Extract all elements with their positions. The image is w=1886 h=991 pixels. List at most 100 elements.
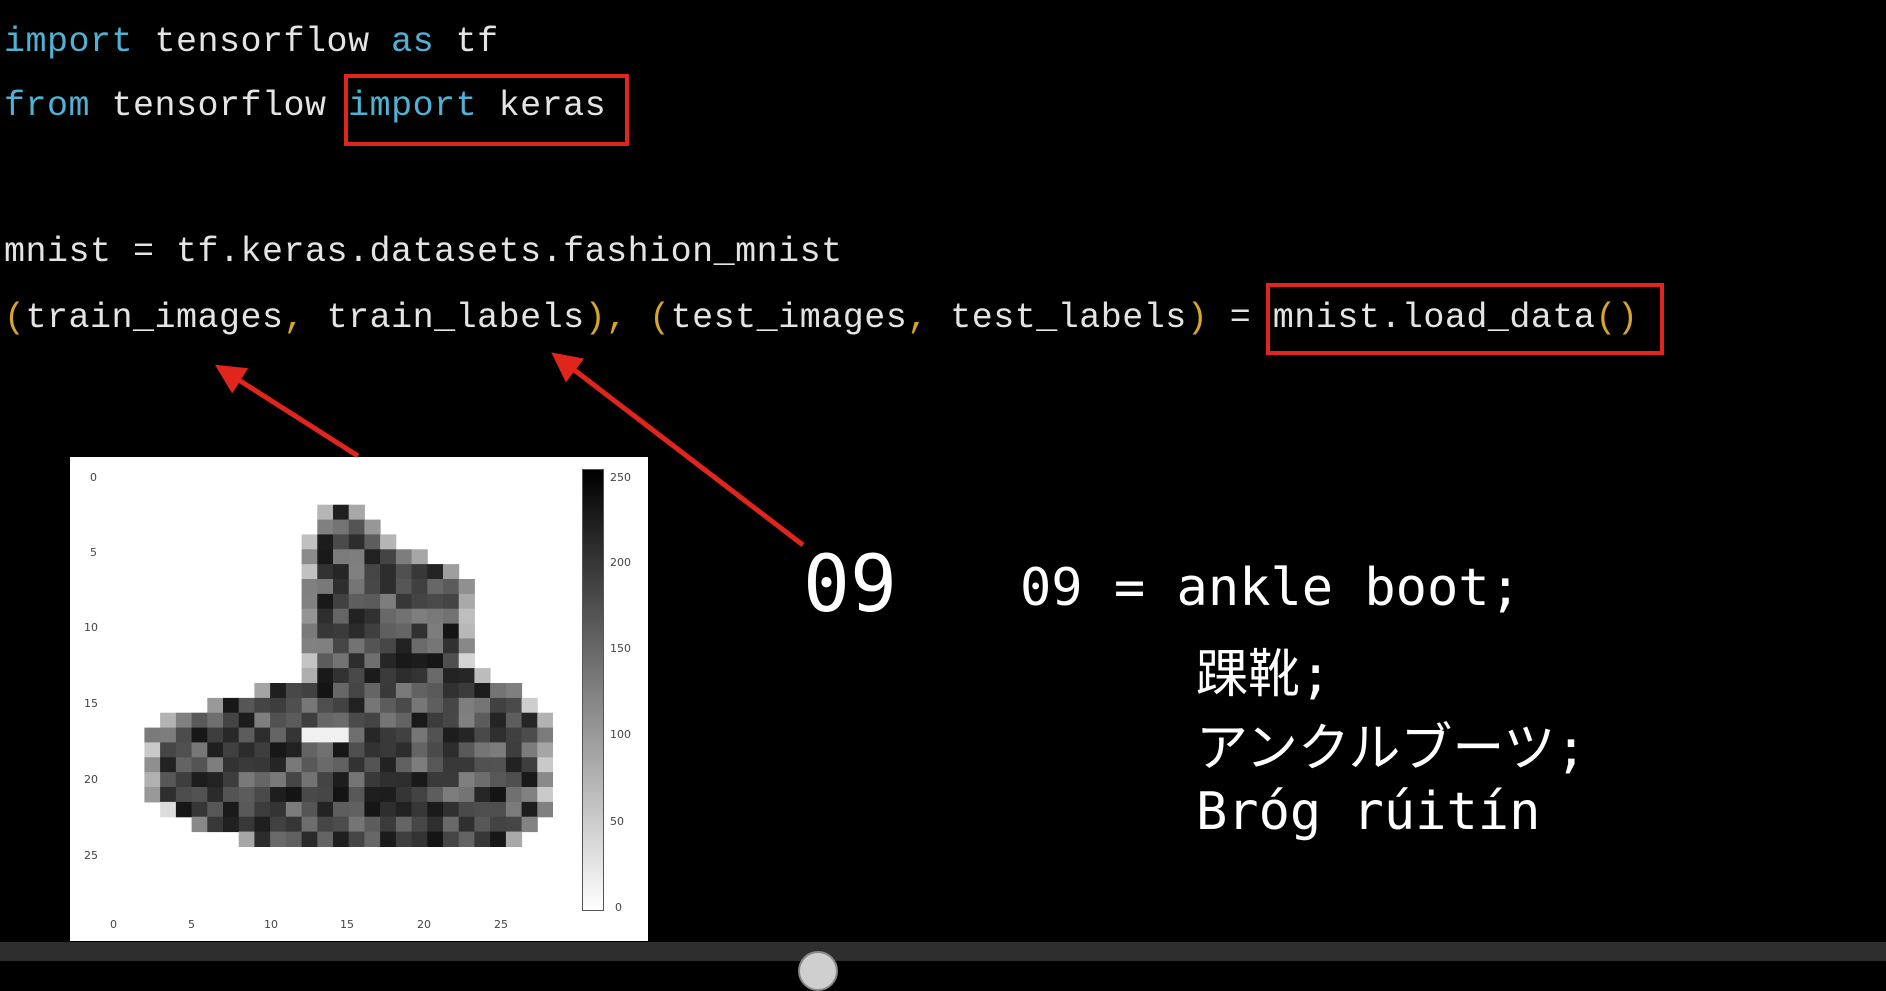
image-pixel — [411, 593, 428, 610]
image-pixel — [364, 593, 381, 610]
image-pixel — [364, 564, 381, 580]
image-pixel — [458, 608, 475, 625]
image-pixel — [411, 549, 428, 565]
image-pixel — [254, 787, 271, 803]
image-pixel — [191, 757, 208, 773]
image-pixel — [348, 638, 365, 654]
image-pixel — [537, 772, 553, 788]
image-pixel — [254, 831, 271, 847]
image-pixel — [191, 712, 208, 729]
image-pixel — [380, 668, 397, 684]
image-pixel — [254, 712, 271, 729]
image-pixel — [254, 772, 271, 788]
image-pixel — [380, 727, 397, 743]
image-pixel — [348, 623, 365, 639]
image-pixel — [505, 712, 523, 729]
image-pixel — [223, 697, 240, 714]
image-pixel — [474, 801, 491, 818]
image-pixel — [301, 787, 318, 803]
image-pixel — [521, 757, 538, 773]
image-pixel — [443, 623, 460, 639]
image-pixel — [505, 831, 523, 847]
image-pixel — [395, 727, 413, 743]
image-pixel — [285, 742, 303, 758]
image-pixel — [301, 668, 318, 684]
image-pixel — [490, 772, 507, 788]
image-pixel — [380, 653, 397, 669]
video-progress-bar[interactable] — [0, 942, 1886, 961]
image-pixel — [364, 653, 381, 669]
image-pixel — [223, 742, 240, 758]
image-pixel — [144, 787, 161, 803]
image-pixel — [333, 772, 350, 788]
image-pixel — [411, 579, 428, 595]
image-pixel — [285, 712, 303, 729]
image-pixel — [175, 727, 193, 743]
image-pixel — [427, 831, 444, 847]
image-pixel — [348, 801, 365, 818]
image-pixel — [238, 831, 255, 847]
image-pixel — [301, 757, 318, 773]
image-pixel — [458, 623, 475, 639]
x-tick: 5 — [188, 918, 195, 931]
image-pixel — [144, 727, 161, 743]
image-pixel — [427, 623, 444, 639]
image-pixel — [490, 816, 507, 833]
image-pixel — [333, 712, 350, 729]
image-pixel — [301, 801, 318, 818]
image-pixel — [238, 697, 255, 714]
image-pixel — [333, 653, 350, 669]
image-pixel — [411, 697, 428, 714]
image-pixel — [380, 579, 397, 595]
image-pixel — [223, 757, 240, 773]
image-pixel — [160, 787, 177, 803]
image-pixel — [317, 504, 334, 521]
image-pixel — [301, 831, 318, 847]
image-pixel — [191, 772, 208, 788]
image-pixel — [348, 579, 365, 595]
x-tick: 25 — [494, 918, 508, 931]
image-pixel — [301, 534, 318, 550]
image-pixel — [505, 727, 523, 743]
image-pixel — [411, 831, 428, 847]
image-pixel — [364, 579, 381, 595]
image-pixel — [490, 712, 507, 729]
image-pixel — [364, 519, 381, 535]
image-pixel — [301, 638, 318, 654]
image-pixel — [207, 697, 224, 714]
label-legend-line-4: Bróg rúitín — [1196, 782, 1541, 842]
image-pixel — [348, 772, 365, 788]
image-pixel — [333, 504, 350, 521]
image-pixel — [223, 727, 240, 743]
label-value: 09 — [803, 540, 897, 630]
image-pixel — [301, 593, 318, 610]
image-pixel — [380, 757, 397, 773]
colorbar-tick: 250 — [610, 471, 631, 484]
image-pixel — [285, 831, 303, 847]
image-pixel — [395, 579, 413, 595]
image-pixel — [270, 772, 287, 788]
image-pixel — [348, 549, 365, 565]
image-pixel — [380, 787, 397, 803]
image-pixel — [521, 816, 538, 833]
image-pixel — [458, 831, 475, 847]
image-pixel — [270, 816, 287, 833]
video-scrubber-handle[interactable] — [798, 951, 838, 991]
image-pixel — [537, 742, 553, 758]
image-pixel — [380, 564, 397, 580]
image-pixel — [333, 579, 350, 595]
image-pixel — [427, 757, 444, 773]
y-tick: 25 — [84, 849, 98, 862]
image-pixel — [505, 742, 523, 758]
image-pixel — [348, 683, 365, 699]
image-pixel — [521, 787, 538, 803]
image-pixel — [521, 772, 538, 788]
image-pixel — [160, 742, 177, 758]
image-pixel — [254, 816, 271, 833]
image-pixel — [490, 801, 507, 818]
image-pixel — [458, 697, 475, 714]
image-pixel — [521, 801, 538, 818]
image-pixel — [380, 683, 397, 699]
image-pixel — [395, 593, 413, 610]
image-pixel — [364, 816, 381, 833]
